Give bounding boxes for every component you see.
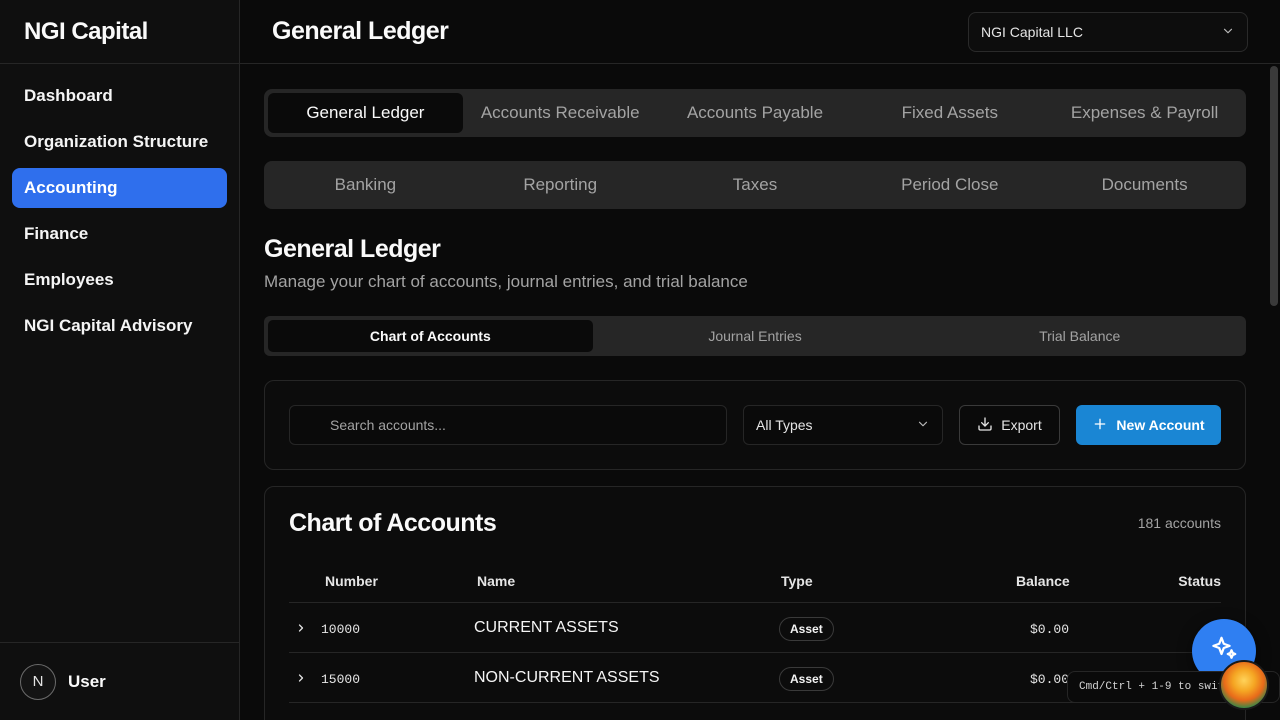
account-type-badge: Asset (779, 617, 834, 641)
column-type[interactable]: Type (781, 573, 813, 589)
secondary-tabs: Banking Reporting Taxes Period Close Doc… (264, 161, 1246, 209)
account-name: CURRENT ASSETS (474, 619, 619, 636)
tab-accounts-payable[interactable]: Accounts Payable (658, 93, 853, 133)
account-name: NON-CURRENT ASSETS (474, 669, 660, 686)
column-number[interactable]: Number (325, 573, 378, 589)
plus-icon (1092, 416, 1108, 435)
scroll-thumb[interactable] (1270, 66, 1278, 306)
table-title: Chart of Accounts (289, 509, 497, 537)
sidebar-nav: Dashboard Organization Structure Account… (0, 64, 239, 364)
entity-select-value: NGI Capital LLC (981, 24, 1083, 40)
account-balance: $0.00 (1030, 622, 1070, 637)
table-header: Number Name Type Balance Status (289, 561, 1221, 603)
tab-reporting[interactable]: Reporting (463, 165, 658, 205)
sidebar-item-organization-structure[interactable]: Organization Structure (12, 122, 227, 162)
chevron-right-icon[interactable] (295, 671, 307, 689)
column-name[interactable]: Name (477, 573, 515, 589)
filter-card: All Types Export New Account (264, 380, 1246, 470)
chevron-down-icon (916, 417, 930, 434)
search-input[interactable] (330, 417, 726, 433)
tab-accounts-receivable[interactable]: Accounts Receivable (463, 93, 658, 133)
sidebar-item-finance[interactable]: Finance (12, 214, 227, 254)
column-balance[interactable]: Balance (1016, 573, 1070, 589)
mascot-avatar[interactable] (1219, 660, 1269, 710)
new-account-button[interactable]: New Account (1076, 405, 1221, 445)
user-menu[interactable]: N User (0, 642, 239, 720)
tab-chart-of-accounts[interactable]: Chart of Accounts (268, 320, 593, 352)
account-number: 10000 (321, 622, 361, 637)
new-account-label: New Account (1116, 417, 1205, 433)
sidebar: NGI Capital Dashboard Organization Struc… (0, 0, 240, 720)
search-field[interactable] (289, 405, 727, 445)
tab-taxes[interactable]: Taxes (658, 165, 853, 205)
tab-fixed-assets[interactable]: Fixed Assets (852, 93, 1047, 133)
chevron-down-icon (1221, 24, 1235, 41)
type-select-value: All Types (756, 417, 813, 433)
download-icon (977, 416, 993, 435)
main-content: General Ledger Accounts Receivable Accou… (264, 89, 1246, 720)
tab-banking[interactable]: Banking (268, 165, 463, 205)
page-title: General Ledger (272, 17, 449, 45)
tab-journal-entries[interactable]: Journal Entries (593, 320, 918, 352)
tab-expenses-payroll[interactable]: Expenses & Payroll (1047, 93, 1242, 133)
sidebar-item-ngi-capital-advisory[interactable]: NGI Capital Advisory (12, 306, 227, 346)
account-number: 15000 (321, 672, 361, 687)
chevron-right-icon[interactable] (295, 621, 307, 639)
entity-select[interactable]: NGI Capital LLC (968, 12, 1248, 52)
sidebar-item-accounting[interactable]: Accounting (12, 168, 227, 208)
avatar: N (20, 663, 56, 700)
tab-general-ledger[interactable]: General Ledger (268, 93, 463, 133)
account-type-badge: Asset (779, 667, 834, 691)
export-button[interactable]: Export (959, 405, 1060, 445)
sidebar-item-dashboard[interactable]: Dashboard (12, 76, 227, 116)
tab-period-close[interactable]: Period Close (852, 165, 1047, 205)
table-row[interactable]: 10000 CURRENT ASSETS Asset $0.00 (289, 603, 1221, 653)
export-label: Export (1001, 417, 1042, 433)
page-scrollbar[interactable] (1268, 64, 1280, 720)
type-select[interactable]: All Types (743, 405, 943, 445)
account-count: 181 accounts (1137, 515, 1221, 531)
account-balance: $0.00 (1030, 672, 1070, 687)
primary-tabs: General Ledger Accounts Receivable Accou… (264, 89, 1246, 137)
section-title: General Ledger (264, 235, 441, 263)
brand-logo[interactable]: NGI Capital (0, 0, 239, 64)
section-subtitle: Manage your chart of accounts, journal e… (264, 272, 748, 291)
tab-trial-balance[interactable]: Trial Balance (917, 320, 1242, 352)
column-status[interactable]: Status (1178, 573, 1221, 589)
topbar: General Ledger NGI Capital LLC (240, 0, 1280, 64)
user-name: User (68, 671, 106, 691)
sidebar-item-employees[interactable]: Employees (12, 260, 227, 300)
ledger-subtabs: Chart of Accounts Journal Entries Trial … (264, 316, 1246, 356)
tab-documents[interactable]: Documents (1047, 165, 1242, 205)
